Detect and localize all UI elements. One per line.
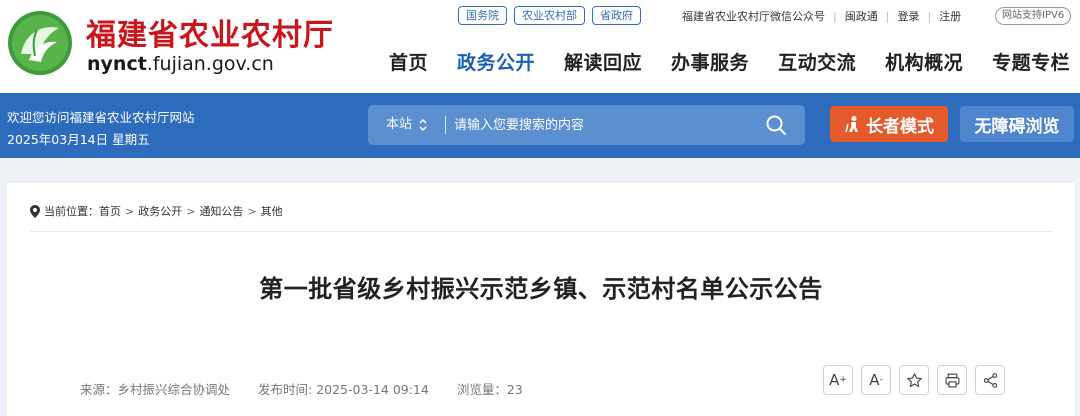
logo-icon[interactable] (7, 10, 73, 76)
search-input[interactable] (454, 111, 754, 139)
link-register[interactable]: 注册 (939, 8, 961, 24)
utility-bar: 欢迎您访问福建省农业农村厅网站 2025年03月14日 星期五 本站 长者模式 … (0, 93, 1080, 158)
font-increase-button[interactable]: A + (823, 365, 853, 395)
nav-services[interactable]: 办事服务 (671, 48, 749, 75)
accessibility-button[interactable]: 无障碍浏览 (960, 106, 1074, 142)
share-button[interactable] (975, 365, 1005, 395)
ipv6-badge: 网站支持IPV6 (995, 7, 1072, 25)
search-box: 本站 (368, 105, 805, 145)
location-pin-icon (30, 204, 40, 218)
link-wechat[interactable]: 福建省农业农村厅微信公众号 (682, 8, 825, 24)
print-button[interactable] (937, 365, 967, 395)
welcome-text: 欢迎您访问福建省农业农村厅网站 (7, 110, 195, 125)
link-state-council[interactable]: 国务院 (458, 6, 507, 25)
font-decrease-sign: - (879, 375, 883, 385)
nav-gov-affairs[interactable]: 政务公开 (457, 48, 535, 75)
chevron-updown-icon[interactable] (418, 118, 428, 132)
main-nav: 首页 政务公开 解读回应 办事服务 互动交流 机构概况 专题专栏 (389, 48, 1080, 75)
domain-bold: nynct (87, 53, 147, 75)
site-header: 福建省农业农村厅 nynct.fujian.gov.cn 国务院 农业农村部 省… (0, 0, 1080, 93)
breadcrumb-separator: > (186, 204, 196, 218)
breadcrumb-prefix: 当前位置： (44, 205, 99, 218)
nav-interaction[interactable]: 互动交流 (778, 48, 856, 75)
breadcrumb-divider (30, 231, 1052, 232)
breadcrumb-separator: > (125, 204, 135, 218)
nav-organization[interactable]: 机构概况 (885, 48, 963, 75)
divider: | (927, 9, 932, 23)
article-publish-time: 发布时间: 2025-03-14 09:14 (258, 382, 429, 397)
breadcrumb-separator: > (247, 204, 257, 218)
article-views: 浏览量：23 (456, 382, 523, 397)
article-title: 第一批省级乡村振兴示范乡镇、示范村名单公示公告 (259, 275, 823, 303)
article-source: 来源：乡村振兴综合协调处 (80, 382, 231, 397)
link-login[interactable]: 登录 (897, 8, 919, 24)
breadcrumb-notices[interactable]: 通知公告 (199, 203, 243, 219)
elder-icon (845, 116, 858, 133)
breadcrumb-home[interactable]: 首页 (99, 203, 121, 219)
current-date: 2025年03月14日 星期五 (7, 132, 150, 147)
site-domain: nynct.fujian.gov.cn (87, 53, 274, 75)
breadcrumb: 当前位置： 首页 > 政务公开 > 通知公告 > 其他 (30, 203, 283, 219)
domain-rest: .fujian.gov.cn (146, 53, 274, 75)
nav-interpretation[interactable]: 解读回应 (564, 48, 642, 75)
search-icon[interactable] (765, 114, 787, 136)
article-tools: A + A- (823, 365, 1005, 395)
font-decrease-button[interactable]: A- (861, 365, 891, 395)
elder-mode-button[interactable]: 长者模式 (830, 106, 948, 142)
divider: | (833, 9, 837, 23)
breadcrumb-other[interactable]: 其他 (261, 203, 283, 219)
article-meta: 来源：乡村振兴综合协调处 发布时间: 2025-03-14 09:14 浏览量：… (80, 379, 551, 398)
external-links: 国务院 农业农村部 省政府 (458, 6, 641, 25)
elder-mode-label: 长者模式 (866, 116, 934, 137)
link-provincial-gov[interactable]: 省政府 (592, 6, 641, 25)
site-title[interactable]: 福建省农业农村厅 (86, 10, 334, 54)
nav-home[interactable]: 首页 (389, 48, 428, 75)
favorite-button[interactable] (899, 365, 929, 395)
top-links: 福建省农业农村厅微信公众号 | 闽政通 | 登录 | 注册 (682, 8, 961, 24)
link-minzhengtong[interactable]: 闽政通 (845, 8, 878, 24)
link-ministry-agriculture[interactable]: 农业农村部 (514, 6, 585, 25)
breadcrumb-gov-affairs[interactable]: 政务公开 (138, 203, 182, 219)
search-scope-select[interactable]: 本站 (386, 105, 412, 145)
star-icon (906, 372, 922, 387)
font-increase-sign: + (839, 375, 847, 385)
share-icon (983, 372, 997, 388)
nav-special-topics[interactable]: 专题专栏 (992, 48, 1070, 75)
font-decrease-glyph: A (869, 371, 880, 389)
article-card: 当前位置： 首页 > 政务公开 > 通知公告 > 其他 第一批省级乡村振兴示范乡… (7, 183, 1075, 416)
search-divider (445, 116, 446, 134)
font-increase-glyph: A (829, 371, 840, 389)
divider: | (885, 9, 890, 23)
print-icon (945, 373, 959, 387)
